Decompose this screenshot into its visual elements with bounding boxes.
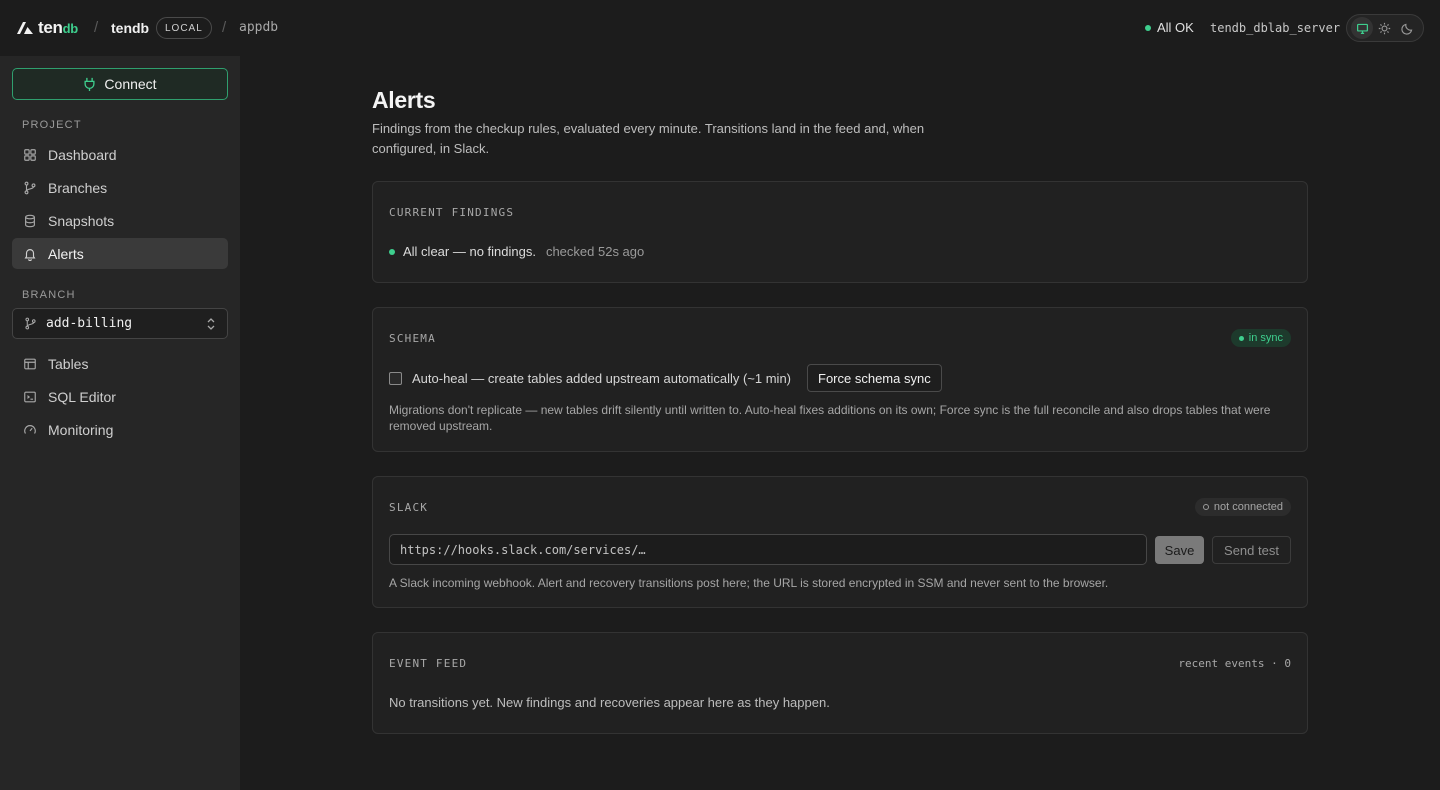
sidebar-item-alerts[interactable]: Alerts (12, 238, 228, 269)
branch-selector-value: add-billing (46, 316, 133, 331)
findings-checked-time: checked 52s ago (545, 244, 645, 259)
sidebar-item-dashboard[interactable]: Dashboard (12, 139, 228, 170)
breadcrumb-database[interactable]: appdb (239, 20, 278, 35)
status-dot-icon (1145, 24, 1151, 31)
sidebar-item-branches[interactable]: Branches (12, 172, 228, 203)
autoheal-checkbox[interactable] (389, 371, 402, 385)
logo[interactable]: tendb (16, 18, 78, 38)
chevron-updown-icon (207, 318, 215, 330)
breadcrumb-separator: / (94, 19, 99, 36)
sidebar-item-label: Dashboard (48, 146, 117, 163)
card-heading: SLACK (389, 501, 429, 514)
theme-dark-button[interactable] (1397, 17, 1419, 39)
schema-status-text: in sync (1248, 332, 1283, 344)
schema-help-text: Migrations don't replicate — new tables … (389, 403, 1271, 433)
sidebar: Connect PROJECT Dashboard Branches Snaps… (0, 56, 240, 790)
findings-status: All clear — no findings. checked 52s ago (389, 244, 644, 259)
bell-icon (24, 248, 36, 261)
connect-button-label: Connect (104, 76, 157, 92)
sidebar-item-monitoring[interactable]: Monitoring (12, 414, 228, 445)
grid-icon (24, 148, 36, 161)
card-heading: SCHEMA (389, 332, 436, 345)
server-name: tendb_dblab_server (1210, 21, 1341, 35)
sun-icon (1379, 22, 1391, 34)
status-dot-icon (389, 248, 395, 255)
branch-section-heading: BRANCH (22, 289, 76, 301)
slack-card: SLACK not connected Save Send test A Sla… (372, 476, 1308, 608)
table-icon (24, 358, 36, 369)
sidebar-item-label: Snapshots (48, 212, 115, 229)
save-button[interactable]: Save (1155, 536, 1204, 564)
sidebar-item-sql-editor[interactable]: SQL Editor (12, 381, 228, 412)
main-content: Alerts Findings from the checkup rules, … (240, 56, 1440, 790)
sidebar-item-label: Branches (48, 179, 108, 196)
theme-light-button[interactable] (1374, 17, 1396, 39)
schema-status-badge: in sync (1230, 329, 1291, 347)
theme-system-button[interactable] (1351, 17, 1374, 39)
sidebar-item-label: Alerts (48, 245, 84, 262)
page-description: Findings from the checkup rules, evaluat… (372, 121, 925, 156)
event-count: recent events · 0 (1178, 657, 1291, 670)
branch-selector[interactable]: add-billing (12, 308, 228, 339)
monitor-icon (1356, 23, 1368, 34)
circle-icon (1202, 504, 1209, 510)
force-schema-sync-button[interactable]: Force schema sync (807, 364, 942, 392)
slack-status-text: not connected (1213, 501, 1283, 513)
autoheal-label: Auto-heal — create tables added upstream… (412, 370, 791, 386)
autoheal-row: Auto-heal — create tables added upstream… (389, 364, 942, 392)
sidebar-item-tables[interactable]: Tables (12, 348, 228, 379)
sidebar-item-label: Tables (48, 355, 89, 372)
current-findings-card: CURRENT FINDINGS All clear — no findings… (372, 181, 1308, 283)
card-heading: EVENT FEED (389, 657, 468, 670)
terminal-icon (24, 391, 36, 402)
status-dot-icon (1238, 335, 1244, 341)
slack-status-badge: not connected (1194, 498, 1291, 516)
breadcrumb-project[interactable]: tendb (111, 20, 149, 36)
sidebar-item-snapshots[interactable]: Snapshots (12, 205, 228, 236)
plug-icon (84, 77, 95, 91)
breadcrumb-separator: / (222, 19, 227, 36)
top-bar: tendb / tendb LOCAL / appdb All OK tendb… (0, 0, 1440, 56)
sidebar-item-label: Monitoring (48, 421, 114, 438)
feed-empty-message: No transitions yet. New findings and rec… (389, 695, 830, 710)
findings-status-text: All clear — no findings. (403, 244, 536, 259)
logo-text: tendb (38, 18, 78, 37)
slack-help-text: A Slack incoming webhook. Alert and reco… (389, 576, 1109, 590)
moon-icon (1401, 23, 1413, 35)
logo-mark-icon (17, 22, 33, 34)
card-heading: CURRENT FINDINGS (389, 206, 515, 219)
git-branch-icon (25, 317, 36, 330)
system-status: All OK (1145, 20, 1194, 35)
gauge-icon (24, 424, 36, 434)
send-test-button[interactable]: Send test (1212, 536, 1291, 564)
project-section-heading: PROJECT (22, 119, 82, 131)
database-icon (25, 214, 35, 227)
env-badge: LOCAL (156, 17, 212, 39)
slack-webhook-input[interactable] (389, 534, 1147, 565)
theme-switcher (1346, 14, 1424, 42)
event-feed-card: EVENT FEED recent events · 0 No transiti… (372, 632, 1308, 734)
sidebar-item-label: SQL Editor (48, 388, 116, 405)
schema-card: SCHEMA in sync Auto-heal — create tables… (372, 307, 1308, 452)
page-title: Alerts (372, 87, 436, 113)
status-text: All OK (1157, 20, 1194, 35)
git-branch-icon (24, 181, 36, 194)
connect-button[interactable]: Connect (12, 68, 228, 100)
